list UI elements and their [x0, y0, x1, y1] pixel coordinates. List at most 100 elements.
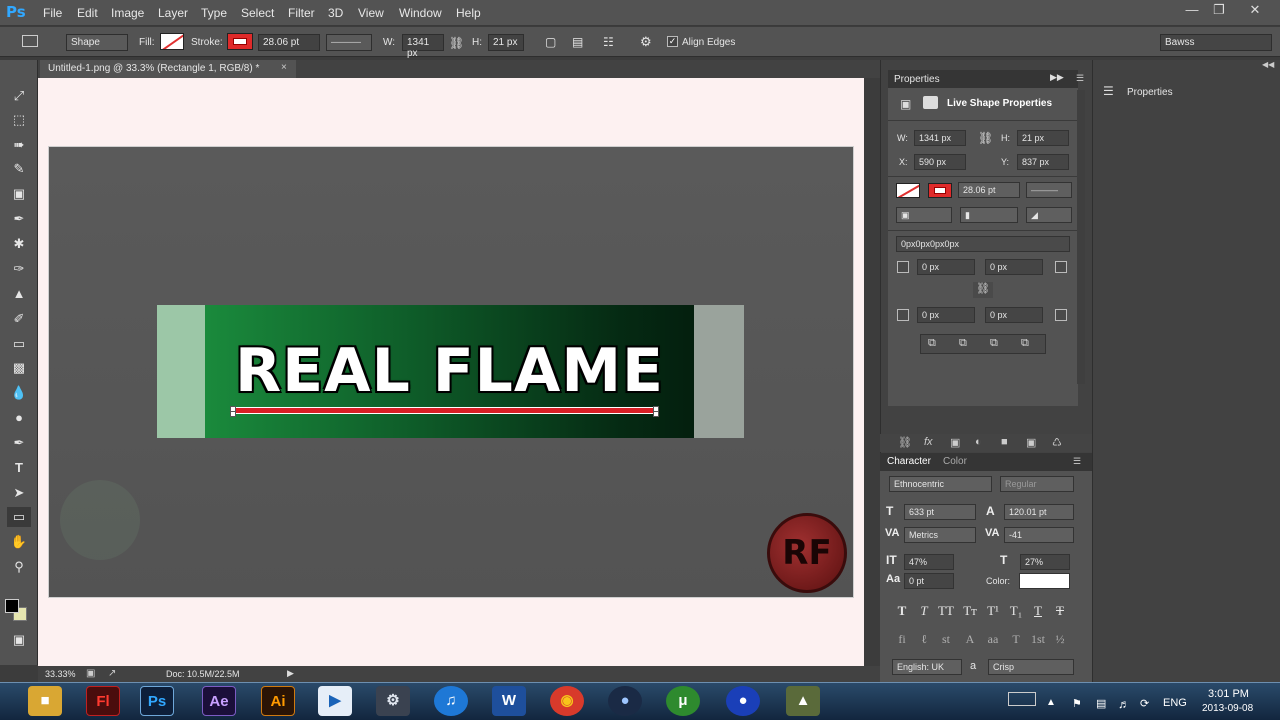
fill-swatch[interactable]: [160, 33, 184, 50]
kerning-select[interactable]: Metrics: [904, 527, 976, 543]
language-indicator[interactable]: ENG: [1163, 697, 1187, 709]
exclude-shape-icon[interactable]: ⧉: [1021, 337, 1029, 350]
shape-tool-icon[interactable]: [22, 35, 38, 47]
flag-icon[interactable]: ⚑: [1072, 697, 1082, 710]
corner-radius-summary[interactable]: 0px0px0px0px: [896, 236, 1070, 252]
horizontal-scale-field[interactable]: 27%: [1020, 554, 1070, 570]
status-icon[interactable]: ▣: [86, 668, 95, 679]
globe-icon[interactable]: ●: [726, 686, 760, 716]
panel-scrollbar[interactable]: [1077, 90, 1085, 384]
close-icon[interactable]: ✕: [1243, 2, 1267, 18]
collapse-icon[interactable]: ◀◀: [1262, 60, 1274, 69]
after-effects-icon[interactable]: Ae: [202, 686, 236, 716]
minimize-icon[interactable]: —: [1180, 2, 1204, 18]
menu-filter[interactable]: Filter: [288, 6, 315, 20]
menu-3d[interactable]: 3D: [328, 6, 343, 20]
panel-menu-icon[interactable]: ☰: [1073, 456, 1081, 467]
steam-icon[interactable]: ⚙: [376, 686, 410, 716]
properties-tab[interactable]: Properties: [894, 74, 940, 85]
close-tab-icon[interactable]: ×: [281, 62, 287, 73]
menu-type[interactable]: Type: [201, 6, 227, 20]
radius-bottom-right-field[interactable]: 0 px: [985, 307, 1043, 323]
stroke-corner-select[interactable]: ◢: [1026, 207, 1072, 223]
gradient-tool-icon[interactable]: ▩: [7, 358, 31, 378]
dodge-tool-icon[interactable]: ●: [7, 408, 31, 428]
combine-shapes-icon[interactable]: ⧉: [928, 337, 936, 350]
all-caps-icon[interactable]: TT: [936, 603, 956, 618]
prop-stroke-type[interactable]: ———: [1026, 182, 1072, 198]
photoshop-taskbar-icon[interactable]: Ps: [140, 686, 174, 716]
lasso-tool-icon[interactable]: ➠: [7, 135, 31, 155]
color-tab[interactable]: Color: [943, 456, 967, 467]
tray-arrow-icon[interactable]: ▲: [1046, 697, 1056, 708]
stroke-swatch[interactable]: [227, 33, 253, 50]
fx-icon[interactable]: fx: [924, 436, 933, 448]
healing-tool-icon[interactable]: ✱: [7, 234, 31, 254]
shape-properties-icon[interactable]: ▣: [900, 97, 911, 111]
crop-tool-icon[interactable]: ▣: [7, 184, 31, 204]
stamp-tool-icon[interactable]: ▲: [7, 284, 31, 304]
radius-bottom-left-field[interactable]: 0 px: [917, 307, 975, 323]
width-field[interactable]: 1341 px: [402, 34, 444, 59]
adjustment-layer-icon[interactable]: ◐: [975, 436, 982, 448]
panel-menu-icon[interactable]: ☰: [1076, 73, 1084, 84]
ordinal-icon[interactable]: 1st: [1028, 632, 1048, 646]
zoom-level[interactable]: 33.33%: [45, 669, 76, 679]
align-edges-checkbox[interactable]: ✓: [667, 36, 678, 47]
workspace-select[interactable]: Bawss: [1160, 34, 1272, 51]
prop-y-field[interactable]: 837 px: [1017, 154, 1069, 170]
link-icon[interactable]: ⛓: [449, 36, 464, 50]
prop-x-field[interactable]: 590 px: [914, 154, 966, 170]
quick-select-tool-icon[interactable]: ✎: [7, 159, 31, 179]
ligature-icon[interactable]: fi: [892, 632, 912, 646]
stroke-type-select[interactable]: ———: [326, 34, 372, 51]
rectangle-tool-icon[interactable]: ▭: [7, 507, 31, 527]
status-menu-arrow-icon[interactable]: ▶: [287, 668, 294, 679]
link-layers-icon[interactable]: ⛓: [898, 436, 912, 449]
collapse-panel-icon[interactable]: ▶▶: [1050, 72, 1064, 83]
eraser-tool-icon[interactable]: ▭: [7, 334, 31, 354]
menu-layer[interactable]: Layer: [158, 6, 188, 20]
stroke-align-select[interactable]: ▣: [896, 207, 952, 223]
intersect-shape-icon[interactable]: ⧉: [990, 337, 998, 350]
vertical-scale-field[interactable]: 47%: [904, 554, 954, 570]
chrome-icon[interactable]: ◉: [550, 686, 584, 716]
selected-rectangle-shape[interactable]: [233, 407, 657, 414]
pen-tool-icon[interactable]: ✒: [7, 433, 31, 453]
sync-icon[interactable]: ⟳: [1140, 697, 1149, 710]
new-layer-icon[interactable]: ▣: [1026, 436, 1036, 449]
anchor-point[interactable]: [230, 411, 236, 417]
menu-view[interactable]: View: [358, 6, 384, 20]
maximize-icon[interactable]: ❐: [1207, 2, 1231, 18]
language-select[interactable]: English: UK: [892, 659, 962, 675]
fraction-icon[interactable]: ½: [1050, 632, 1070, 646]
contextual-alt-icon[interactable]: aa: [983, 632, 1003, 646]
illustrator-icon[interactable]: Ai: [261, 686, 295, 716]
menu-select[interactable]: Select: [241, 6, 274, 20]
menu-window[interactable]: Window: [399, 6, 442, 20]
history-brush-tool-icon[interactable]: ✐: [7, 309, 31, 329]
tracking-select[interactable]: -41: [1004, 527, 1074, 543]
text-color-swatch[interactable]: [1019, 573, 1070, 589]
ornament-icon[interactable]: T: [1006, 632, 1026, 646]
itunes-icon[interactable]: ♫: [434, 686, 468, 716]
flash-icon[interactable]: Fl: [86, 686, 120, 716]
add-mask-icon[interactable]: ▣: [950, 436, 960, 449]
titling-alt-icon[interactable]: A: [960, 632, 980, 646]
menu-image[interactable]: Image: [111, 6, 144, 20]
network-icon[interactable]: ▤: [1096, 697, 1106, 710]
export-icon[interactable]: ↗: [108, 668, 116, 679]
radius-top-right-field[interactable]: 0 px: [985, 259, 1043, 275]
eyedropper-tool-icon[interactable]: ✒: [7, 209, 31, 229]
superscript-icon[interactable]: T¹: [983, 603, 1003, 618]
clock-date[interactable]: 2013-09-08: [1202, 703, 1253, 714]
media-player-icon[interactable]: ▶: [318, 686, 352, 716]
path-arrangement-icon[interactable]: ☷: [603, 35, 614, 49]
height-field[interactable]: 21 px: [488, 34, 524, 51]
menu-file[interactable]: File: [43, 6, 62, 20]
properties-collapsed-item[interactable]: [1097, 80, 1277, 104]
font-size-select[interactable]: 633 pt: [904, 504, 976, 520]
prop-stroke-width[interactable]: 28.06 pt: [958, 182, 1020, 198]
zoom-tool-icon[interactable]: ⚲: [7, 557, 31, 577]
document-tab[interactable]: Untitled-1.png @ 33.3% (Rectangle 1, RGB…: [40, 60, 296, 78]
